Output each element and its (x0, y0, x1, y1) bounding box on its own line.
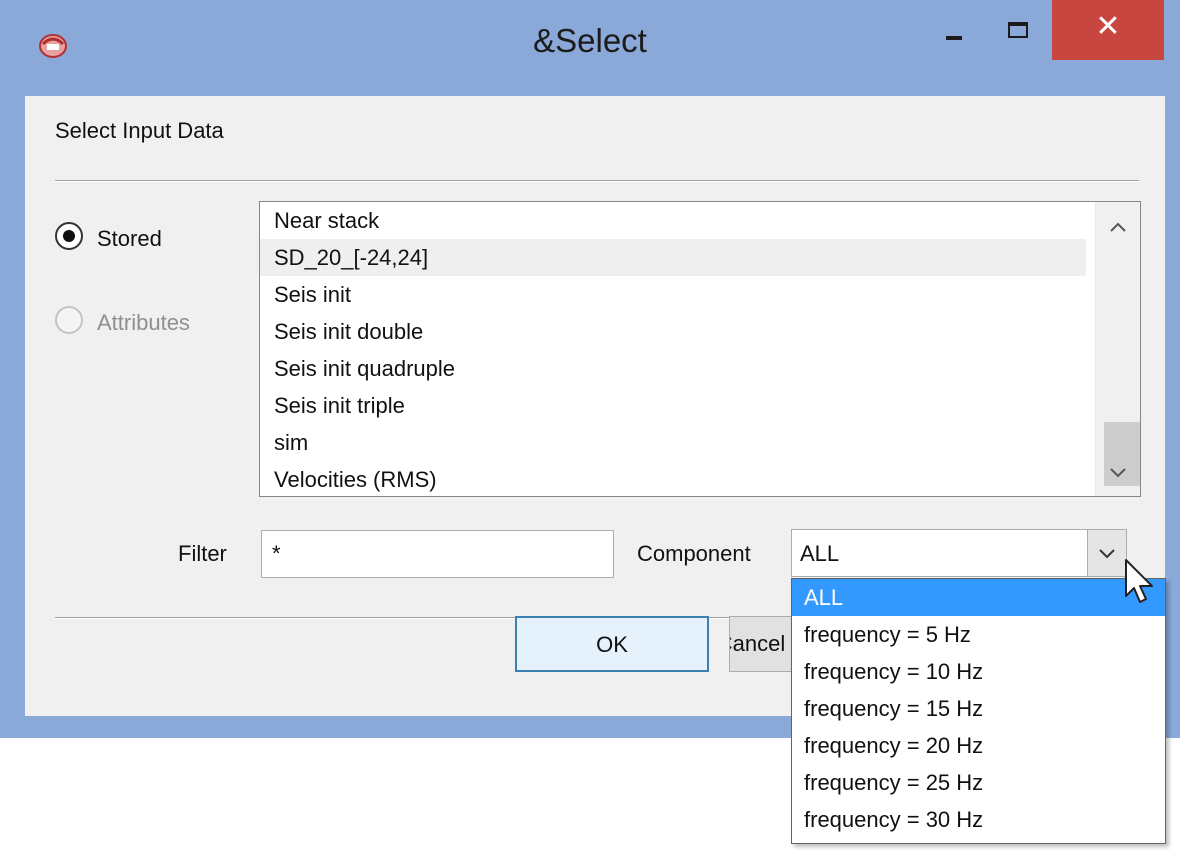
list-item[interactable]: Seis init triple (260, 387, 1086, 424)
component-combobox[interactable]: ALL (791, 529, 1127, 577)
list-item[interactable]: Seis init (260, 276, 1086, 313)
dropdown-option[interactable]: frequency = 10 Hz (792, 653, 1165, 690)
input-data-list[interactable]: Near stack SD_20_[-24,24] Seis init Seis… (259, 201, 1141, 497)
filter-label: Filter (178, 541, 227, 566)
component-value: ALL (800, 541, 840, 566)
mouse-cursor-icon (1125, 559, 1153, 603)
list-item-selected[interactable]: SD_20_[-24,24] (260, 239, 1086, 276)
dropdown-option[interactable]: frequency = 15 Hz (792, 690, 1165, 727)
maximize-button[interactable] (992, 0, 1044, 56)
stored-radio-label[interactable]: Stored (97, 226, 162, 252)
attributes-radio (55, 306, 83, 334)
radio-checked-dot (63, 230, 75, 242)
close-icon: ✕ (1095, 10, 1121, 43)
component-dropdown-list[interactable]: ALL frequency = 5 Hz frequency = 10 Hz f… (791, 578, 1166, 844)
list-item[interactable]: Seis init double (260, 313, 1086, 350)
list-item[interactable]: Seis init quadruple (260, 350, 1086, 387)
dropdown-option[interactable]: frequency = 30 Hz (792, 801, 1165, 838)
dropdown-option[interactable]: frequency = 20 Hz (792, 727, 1165, 764)
scroll-up-arrow-icon[interactable] (1096, 206, 1140, 246)
dropdown-option[interactable]: frequency = 25 Hz (792, 764, 1165, 801)
title-bar[interactable]: &Select ✕ (0, 0, 1180, 96)
dropdown-option-selected[interactable]: ALL (792, 579, 1165, 616)
dialog-heading: Select Input Data (55, 118, 224, 143)
list-scrollbar[interactable] (1095, 202, 1140, 496)
list-item[interactable]: sim (260, 424, 1086, 461)
ok-button[interactable]: OK (515, 616, 709, 672)
attributes-radio-label: Attributes (97, 310, 190, 335)
close-button[interactable]: ✕ (1052, 0, 1164, 60)
top-separator (55, 180, 1139, 182)
component-label: Component (637, 541, 751, 566)
list-item[interactable]: Velocities (RMS) (260, 461, 1086, 496)
dropdown-option[interactable]: frequency = 5 Hz (792, 616, 1165, 653)
stored-radio[interactable] (55, 222, 83, 250)
scroll-down-arrow-icon[interactable] (1096, 452, 1140, 492)
list-item[interactable]: Near stack (260, 202, 1086, 239)
minimize-button[interactable] (928, 0, 980, 56)
filter-input[interactable] (261, 530, 614, 578)
